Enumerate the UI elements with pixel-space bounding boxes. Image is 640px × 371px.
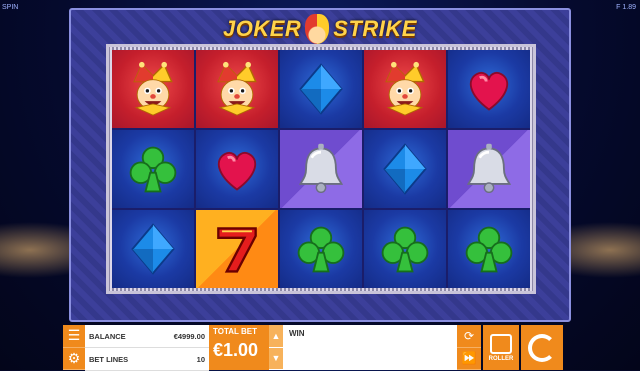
left-tools: ☰ ⚙ bbox=[63, 325, 85, 370]
settings-gear-icon[interactable]: ⚙ bbox=[63, 348, 85, 370]
roller-label: ROLLER bbox=[488, 355, 514, 362]
bell-symbol-icon bbox=[293, 141, 349, 197]
info-panel: BALANCE €4999.00 BET LINES 10 bbox=[85, 325, 209, 371]
roller-icon bbox=[490, 333, 512, 354]
reel-cell-r1-c5 bbox=[448, 50, 530, 128]
bet-lines-value: 10 bbox=[196, 354, 205, 364]
joker-symbol-icon bbox=[125, 61, 181, 117]
bet-stepper: ▲ ▼ bbox=[269, 325, 283, 370]
roller-button[interactable]: ROLLER bbox=[483, 325, 519, 370]
win-label: WIN bbox=[289, 329, 305, 338]
control-bar: ☰ ⚙ BALANCE €4999.00 BET LINES 10 TOTAL … bbox=[63, 325, 563, 371]
club-symbol-icon bbox=[377, 221, 433, 277]
reel-cell-r3-c5 bbox=[448, 210, 530, 288]
joker-symbol-icon bbox=[377, 61, 433, 117]
joker-symbol-icon bbox=[209, 61, 265, 117]
balance-value: €4999.00 bbox=[173, 331, 205, 341]
autoplay-icon[interactable]: ⟳ bbox=[457, 325, 481, 348]
reel-cell-r2-c2 bbox=[196, 130, 278, 208]
spin-button[interactable] bbox=[521, 325, 563, 370]
slot-frame: JOKER STRIKE bbox=[69, 8, 571, 322]
reel-cell-r1-c4 bbox=[364, 50, 446, 128]
fast-forward-icon[interactable]: ⏩ bbox=[457, 348, 481, 370]
bet-down-icon[interactable]: ▼ bbox=[269, 348, 283, 370]
win-panel: WIN bbox=[283, 325, 457, 370]
corner-label-right: F 1.89 bbox=[616, 4, 636, 11]
reel-cell-r2-c1 bbox=[112, 130, 194, 208]
reel-cell-r1-c2 bbox=[196, 50, 278, 128]
menu-icon[interactable]: ☰ bbox=[63, 325, 85, 348]
reel-cell-r1-c3 bbox=[280, 50, 362, 128]
diamond-symbol-icon bbox=[377, 141, 433, 197]
diamond-symbol-icon bbox=[293, 61, 349, 117]
total-bet-panel: TOTAL BET €1.00 bbox=[209, 325, 269, 370]
balance-label: BALANCE bbox=[89, 331, 126, 341]
total-bet-label: TOTAL BET bbox=[213, 327, 257, 336]
club-symbol-icon bbox=[125, 141, 181, 197]
seven-symbol-icon bbox=[209, 221, 265, 277]
autoplay-tools: ⟳ ⏩ bbox=[457, 325, 481, 370]
jester-icon bbox=[305, 14, 330, 44]
game-logo: JOKER STRIKE bbox=[71, 11, 569, 47]
logo-word-joker: JOKER bbox=[223, 16, 302, 41]
club-symbol-icon bbox=[461, 221, 517, 277]
reel-cell-r2-c3 bbox=[280, 130, 362, 208]
total-bet-value: €1.00 bbox=[213, 340, 259, 360]
reel-cell-r3-c1 bbox=[112, 210, 194, 288]
bet-lines-label: BET LINES bbox=[89, 354, 129, 364]
reel-cell-r2-c4 bbox=[364, 130, 446, 208]
corner-label-left: SPIN bbox=[2, 4, 19, 11]
reel-grid bbox=[112, 50, 530, 288]
reel-cell-r2-c5 bbox=[448, 130, 530, 208]
diamond-symbol-icon bbox=[125, 221, 181, 277]
reel-cell-r3-c2 bbox=[196, 210, 278, 288]
heart-symbol-icon bbox=[461, 61, 517, 117]
reel-cell-r3-c4 bbox=[364, 210, 446, 288]
reel-cell-r3-c3 bbox=[280, 210, 362, 288]
bet-up-icon[interactable]: ▲ bbox=[269, 325, 283, 348]
logo-word-strike: STRIKE bbox=[333, 16, 417, 41]
club-symbol-icon bbox=[293, 221, 349, 277]
heart-symbol-icon bbox=[209, 141, 265, 197]
spin-icon bbox=[528, 333, 556, 362]
bell-symbol-icon bbox=[461, 141, 517, 197]
reel-cell-r1-c1 bbox=[112, 50, 194, 128]
